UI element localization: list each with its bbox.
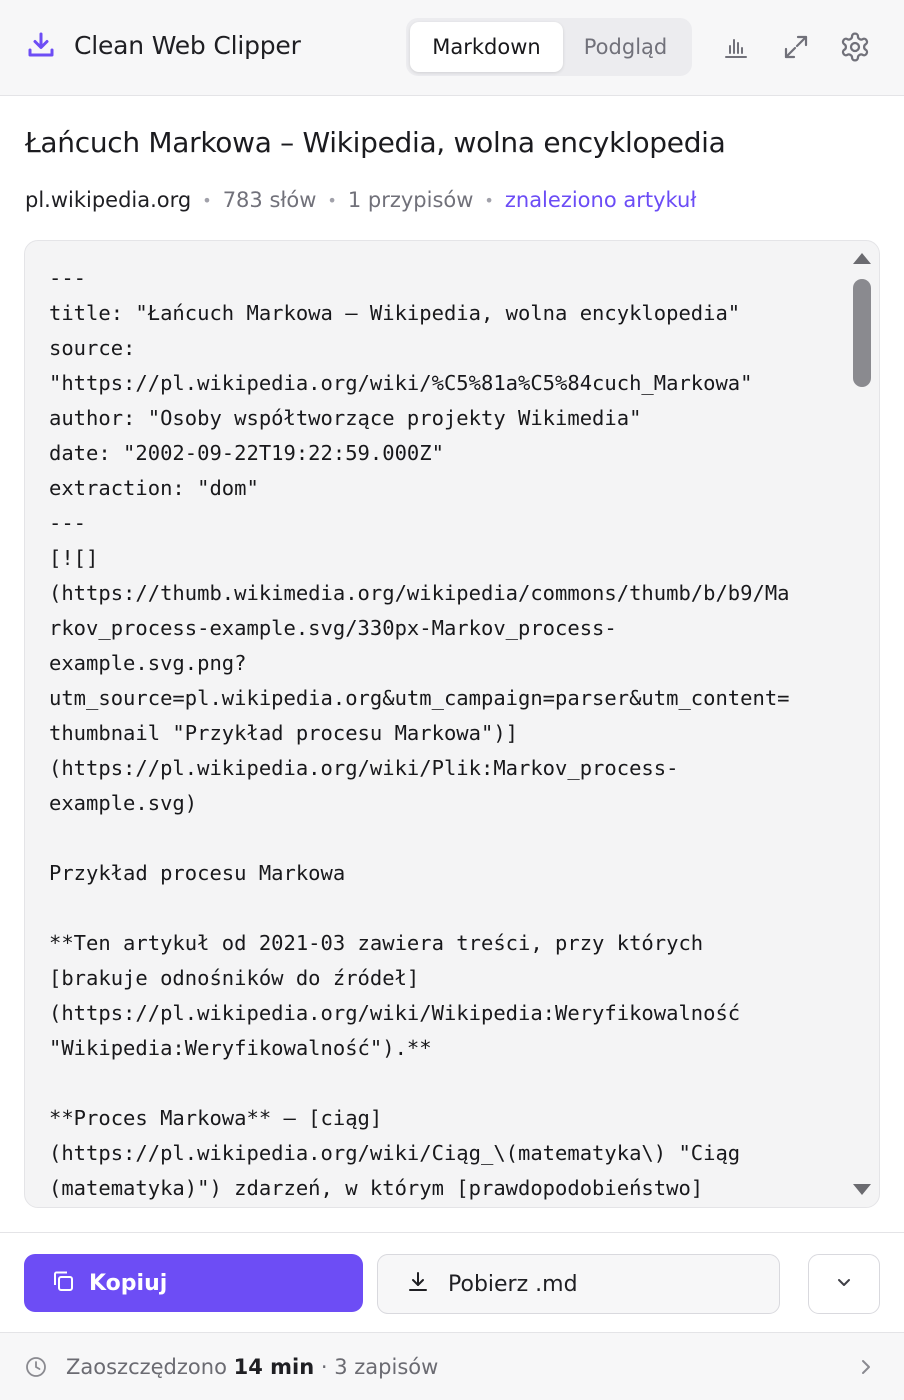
gear-icon[interactable]: [838, 30, 872, 64]
download-tray-icon: [26, 30, 56, 60]
brand: Clean Web Clipper: [26, 30, 301, 60]
markdown-line: ---: [49, 266, 87, 290]
markdown-text[interactable]: --- title: "Łańcuch Markowa – Wikipedia, …: [49, 261, 839, 1206]
time-saved-value: 14 min: [233, 1355, 315, 1379]
view-mode-switch: Markdown Podgląd: [406, 18, 692, 76]
markdown-line: extraction: "dom": [49, 476, 259, 500]
meta-separator: •: [202, 190, 212, 210]
markdown-output[interactable]: --- title: "Łańcuch Markowa – Wikipedia, …: [24, 240, 880, 1208]
scroll-down-arrow-icon[interactable]: [853, 1184, 871, 1195]
markdown-line: Przykład procesu Markowa: [49, 861, 346, 885]
markdown-line: [![]: [49, 546, 99, 570]
markdown-line: thumbnail "Przykład procesu Markowa")]: [49, 721, 518, 745]
article-title: Łańcuch Markowa – Wikipedia, wolna encyk…: [25, 126, 726, 159]
status-separator: ·: [320, 1355, 328, 1379]
chevron-down-icon: [834, 1272, 854, 1297]
markdown-line: example.svg.png?: [49, 651, 247, 675]
copy-button-label: Kopiuj: [89, 1270, 168, 1296]
markdown-line: [49, 891, 839, 926]
time-saved-text: Zaoszczędzono 14 min · 3 zapisów: [66, 1355, 438, 1379]
chevron-right-icon: [858, 1358, 874, 1381]
bar-chart-icon[interactable]: [719, 30, 753, 64]
markdown-line: date: "2002-09-22T19:22:59.000Z": [49, 441, 444, 465]
expand-icon[interactable]: [779, 30, 813, 64]
markdown-line: utm_source=pl.wikipedia.org&utm_campaign…: [49, 686, 790, 710]
time-saved-bar[interactable]: Zaoszczędzono 14 min · 3 zapisów: [0, 1332, 904, 1400]
markdown-line: title: "Łańcuch Markowa – Wikipedia, wol…: [49, 301, 741, 325]
tab-markdown[interactable]: Markdown: [410, 22, 563, 72]
download-md-button[interactable]: Pobierz .md: [377, 1254, 780, 1314]
markdown-line: [49, 821, 839, 856]
action-bar: Kopiuj Pobierz .md: [0, 1232, 904, 1332]
more-options-button[interactable]: [808, 1254, 880, 1314]
markdown-line: (https://pl.wikipedia.org/wiki/Plik:Mark…: [49, 756, 679, 780]
markdown-line: [49, 1066, 839, 1101]
download-icon: [406, 1270, 430, 1299]
markdown-line: (https://thumb.wikimedia.org/wikipedia/c…: [49, 581, 790, 605]
tab-preview[interactable]: Podgląd: [563, 22, 688, 72]
markdown-line: rkov_process-example.svg/330px-Markov_pr…: [49, 616, 617, 640]
meta-separator: •: [484, 190, 494, 210]
time-saved-prefix: Zaoszczędzono: [66, 1355, 227, 1379]
copy-icon: [51, 1269, 75, 1298]
markdown-line: "https://pl.wikipedia.org/wiki/%C5%81a%C…: [49, 371, 753, 395]
markdown-line: **Ten artykuł od 2021-03 zawiera treści,…: [49, 931, 704, 955]
markdown-line: ---: [49, 511, 87, 535]
meta-separator: •: [327, 190, 337, 210]
article-meta: pl.wikipedia.org • 783 słów • 1 przypisó…: [25, 188, 696, 212]
markdown-line: author: "Osoby współtworzące projekty Wi…: [49, 406, 642, 430]
article-domain: pl.wikipedia.org: [25, 188, 192, 212]
footnote-count: 1 przypisów: [347, 188, 474, 212]
copy-button[interactable]: Kopiuj: [24, 1254, 363, 1312]
markdown-line: (matematyka)") zdarzeń, w którym [prawdo…: [49, 1176, 704, 1200]
header-bar: Clean Web Clipper Markdown Podgląd: [0, 0, 904, 96]
app-name: Clean Web Clipper: [74, 30, 301, 60]
save-count: 3 zapisów: [334, 1355, 439, 1379]
markdown-line: "Wikipedia:Weryfikowalność").**: [49, 1036, 432, 1060]
markdown-line: [brakuje odnośników do źródeł]: [49, 966, 420, 990]
markdown-line: source:: [49, 336, 136, 360]
markdown-line: example.svg): [49, 791, 198, 815]
clock-icon: [25, 1356, 47, 1383]
markdown-line: **Proces Markowa** – [ciąg]: [49, 1106, 383, 1130]
scroll-thumb[interactable]: [853, 279, 871, 387]
scroll-up-arrow-icon[interactable]: [853, 253, 871, 264]
word-count: 783 słów: [222, 188, 317, 212]
markdown-line: (https://pl.wikipedia.org/wiki/Ciąg_\(ma…: [49, 1141, 741, 1165]
markdown-line: (https://pl.wikipedia.org/wiki/Wikipedia…: [49, 1001, 741, 1025]
scrollbar[interactable]: [847, 243, 877, 1205]
download-button-label: Pobierz .md: [448, 1271, 578, 1297]
extraction-status: znaleziono artykuł: [504, 188, 697, 212]
